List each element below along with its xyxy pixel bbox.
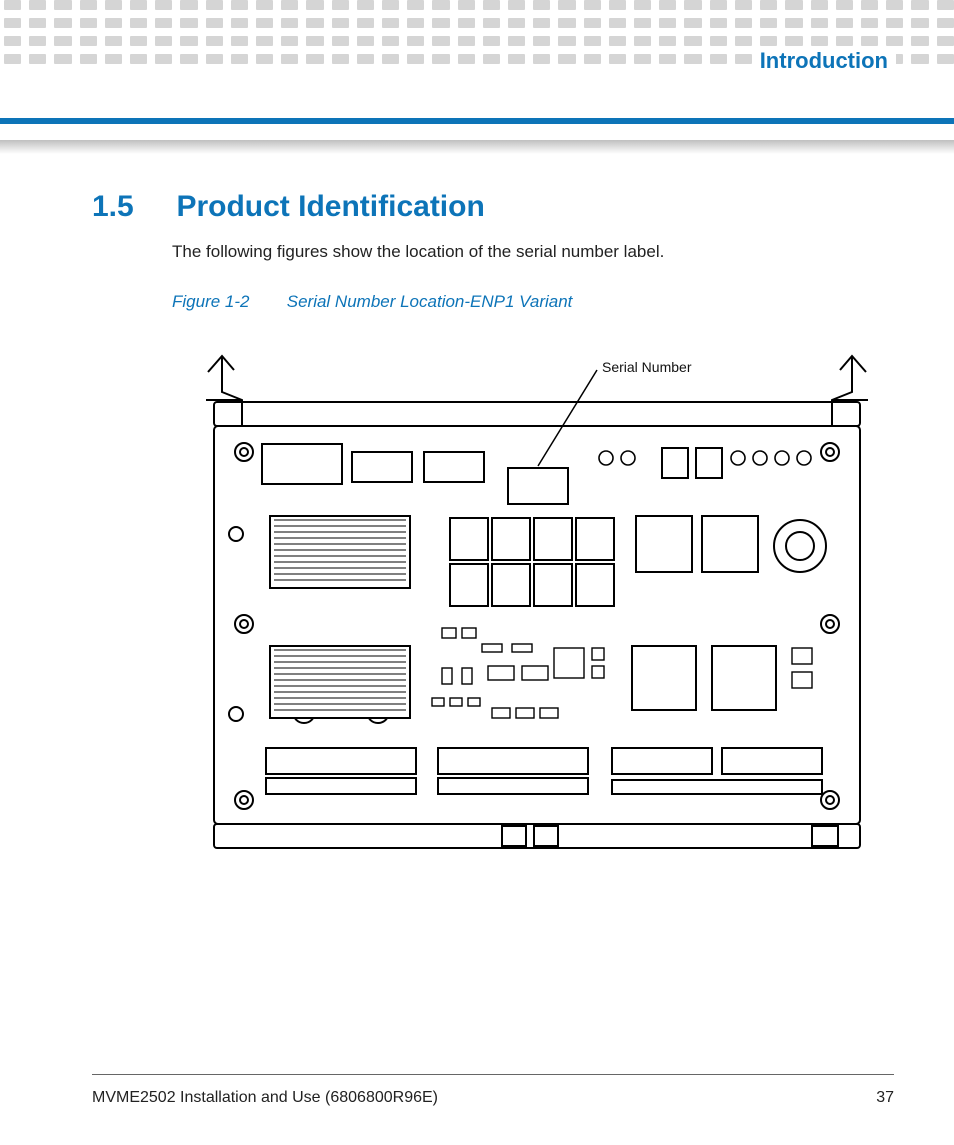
section-title: Product Identification: [176, 190, 484, 224]
figure-label: Figure 1-2: [172, 292, 282, 312]
figure-caption: Figure 1-2 Serial Number Location-ENP1 V…: [172, 292, 894, 312]
header-rule-grey: [0, 140, 954, 154]
footer-rule: [92, 1074, 894, 1075]
section-intro: The following figures show the location …: [172, 242, 894, 262]
footer-page-number: 37: [876, 1089, 894, 1107]
page-content: 1.5 Product Identification The following…: [92, 190, 894, 858]
figure-image: Serial Number: [192, 348, 882, 858]
section-heading: 1.5 Product Identification: [92, 190, 894, 224]
header-rule-blue: [0, 118, 954, 124]
section-number: 1.5: [92, 190, 172, 224]
figure-callout: Serial Number: [602, 359, 692, 375]
figure-caption-text: Serial Number Location-ENP1 Variant: [287, 292, 573, 311]
chapter-title: Introduction: [752, 46, 896, 76]
footer-doc-id: MVME2502 Installation and Use (6806800R9…: [92, 1089, 438, 1107]
